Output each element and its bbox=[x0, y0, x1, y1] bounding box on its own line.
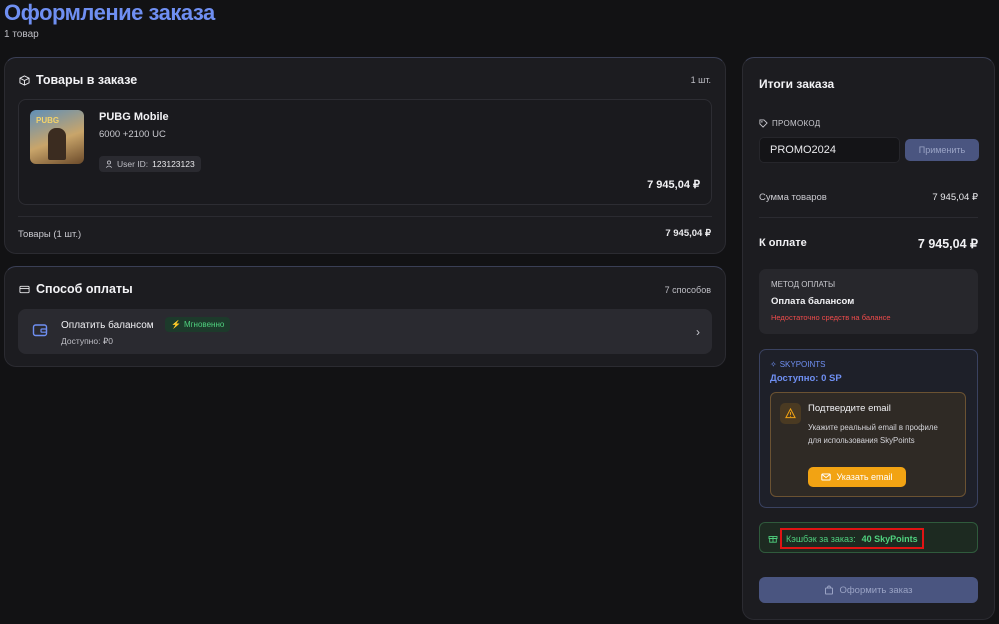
skypoints-panel: ✧ SKYPOINTS Доступно: 0 SP Подтвердите e… bbox=[759, 349, 978, 508]
product-name: PUBG Mobile bbox=[99, 111, 169, 123]
order-items-card: Товары в заказе 1 шт. PUBG PUBG Mobile 6… bbox=[4, 57, 726, 254]
payment-title: Способ оплаты bbox=[36, 282, 133, 296]
page-subtitle: 1 товар bbox=[4, 29, 39, 40]
cashback-value: 40 SkyPoints bbox=[861, 533, 918, 544]
skypoints-available: Доступно: 0 SP bbox=[770, 373, 842, 384]
promo-code-input[interactable] bbox=[759, 137, 900, 163]
insufficient-funds-warning: Недостаточно средств на балансе bbox=[771, 313, 891, 322]
skypoints-label: ✧ SKYPOINTS bbox=[770, 360, 826, 369]
warning-icon bbox=[780, 403, 801, 424]
cashback-highlight: Кэшбэк за заказ: 40 SkyPoints bbox=[780, 528, 924, 549]
set-email-button[interactable]: Указать email bbox=[808, 467, 906, 487]
mail-icon bbox=[821, 473, 832, 481]
box-icon bbox=[19, 74, 30, 86]
thumbnail-figure bbox=[48, 128, 66, 160]
payment-header: Способ оплаты bbox=[19, 282, 133, 296]
bag-icon bbox=[825, 585, 834, 595]
promo-label-text: ПРОМОКОД bbox=[772, 119, 821, 128]
lightning-icon: ⚡ bbox=[171, 320, 181, 329]
cashback-panel: Кэшбэк за заказ: 40 SkyPoints bbox=[759, 522, 978, 553]
set-email-label: Указать email bbox=[836, 472, 893, 482]
total-value: 7 945,04 ₽ bbox=[917, 237, 978, 251]
order-items-count: 1 шт. bbox=[690, 75, 711, 85]
instant-badge-label: Мгновенно bbox=[183, 320, 225, 329]
user-id-badge: User ID: 123123123 bbox=[99, 156, 201, 172]
order-items-title: Товары в заказе bbox=[36, 73, 138, 87]
goods-sum-value: 7 945,04 ₽ bbox=[932, 192, 978, 203]
payment-methods-count: 7 способов bbox=[664, 285, 711, 295]
skypoints-label-text: SKYPOINTS bbox=[779, 360, 826, 369]
thumbnail-label: PUBG bbox=[36, 116, 60, 125]
gift-icon bbox=[768, 536, 778, 543]
method-name: Оплата балансом bbox=[771, 296, 855, 307]
place-order-button[interactable]: Оформить заказ bbox=[759, 577, 978, 603]
page-title: Оформление заказа bbox=[4, 0, 215, 25]
email-confirm-panel: Подтвердите email Укажите реальный email… bbox=[770, 392, 966, 497]
total-label: К оплате bbox=[759, 237, 807, 249]
items-divider bbox=[18, 216, 712, 217]
product-item: PUBG PUBG Mobile 6000 +2100 UC User ID: … bbox=[18, 99, 712, 205]
user-id-label: User ID: bbox=[117, 159, 149, 169]
user-icon bbox=[105, 160, 113, 168]
sparkle-icon: ✧ bbox=[770, 360, 777, 369]
summary-title: Итоги заказа bbox=[759, 77, 835, 91]
payment-option-balance[interactable]: Оплатить балансом ⚡ Мгновенно Доступно: … bbox=[18, 309, 712, 354]
payment-available: Доступно: ₽0 bbox=[61, 336, 113, 346]
order-summary-card: Итоги заказа ПРОМОКОД Применить Сумма то… bbox=[742, 57, 995, 620]
goods-sum-label: Сумма товаров bbox=[759, 192, 827, 203]
subtotal-value: 7 945,04 ₽ bbox=[665, 228, 711, 239]
product-price: 7 945,04 ₽ bbox=[647, 179, 700, 191]
subtotal-label: Товары (1 шт.) bbox=[18, 229, 82, 240]
payment-method-card: Способ оплаты 7 способов Оплатить баланс… bbox=[4, 266, 726, 367]
card-icon bbox=[19, 285, 30, 293]
payment-option-label: Оплатить балансом bbox=[61, 320, 154, 331]
product-description: 6000 +2100 UC bbox=[99, 129, 166, 140]
order-items-header: Товары в заказе bbox=[19, 73, 137, 87]
email-confirm-title: Подтвердите email bbox=[808, 403, 891, 414]
payment-method-summary: МЕТОД ОПЛАТЫ Оплата балансом Недостаточн… bbox=[759, 269, 978, 334]
chevron-right-icon: › bbox=[696, 325, 700, 339]
method-label: МЕТОД ОПЛАТЫ bbox=[771, 280, 836, 289]
instant-badge: ⚡ Мгновенно bbox=[165, 317, 231, 332]
product-thumbnail: PUBG bbox=[30, 110, 84, 164]
user-id-value: 123123123 bbox=[152, 159, 195, 169]
email-confirm-description: Укажите реальный email в профиле для исп… bbox=[808, 423, 938, 445]
cashback-label: Кэшбэк за заказ: bbox=[786, 533, 856, 544]
tag-icon bbox=[759, 119, 768, 128]
apply-promo-button[interactable]: Применить bbox=[905, 139, 979, 161]
place-order-label: Оформить заказ bbox=[839, 584, 913, 596]
wallet-icon bbox=[32, 324, 48, 337]
promo-label: ПРОМОКОД bbox=[759, 119, 820, 128]
summary-divider bbox=[759, 217, 978, 218]
